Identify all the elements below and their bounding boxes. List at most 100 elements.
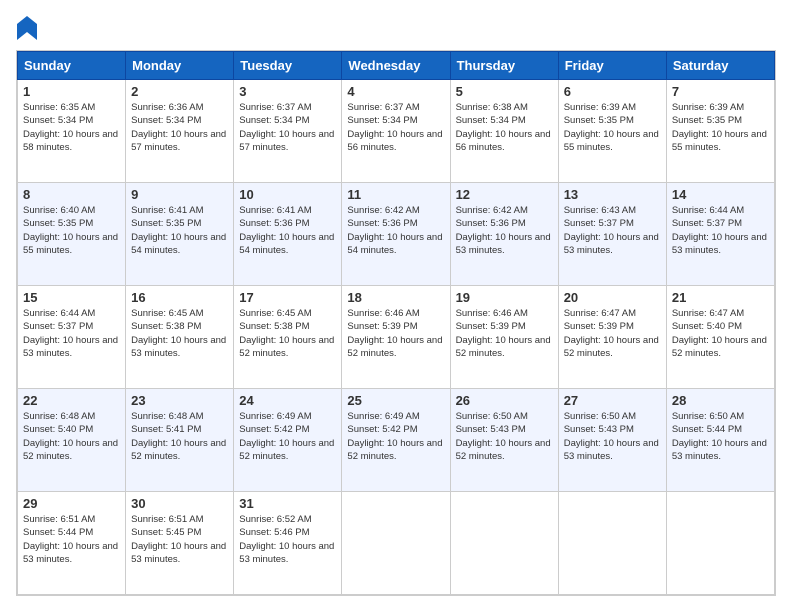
day-info: Sunrise: 6:51 AM Sunset: 5:45 PM Dayligh… bbox=[131, 513, 228, 566]
day-cell: 21 Sunrise: 6:47 AM Sunset: 5:40 PM Dayl… bbox=[666, 286, 774, 389]
day-cell: 25 Sunrise: 6:49 AM Sunset: 5:42 PM Dayl… bbox=[342, 389, 450, 492]
day-cell: 31 Sunrise: 6:52 AM Sunset: 5:46 PM Dayl… bbox=[234, 492, 342, 595]
day-cell: 7 Sunrise: 6:39 AM Sunset: 5:35 PM Dayli… bbox=[666, 80, 774, 183]
header-row: SundayMondayTuesdayWednesdayThursdayFrid… bbox=[18, 52, 775, 80]
day-number: 30 bbox=[131, 496, 228, 511]
day-number: 5 bbox=[456, 84, 553, 99]
day-number: 22 bbox=[23, 393, 120, 408]
calendar-table: SundayMondayTuesdayWednesdayThursdayFrid… bbox=[17, 51, 775, 595]
day-number: 4 bbox=[347, 84, 444, 99]
day-info: Sunrise: 6:46 AM Sunset: 5:39 PM Dayligh… bbox=[347, 307, 444, 360]
day-number: 25 bbox=[347, 393, 444, 408]
day-number: 16 bbox=[131, 290, 228, 305]
day-info: Sunrise: 6:47 AM Sunset: 5:40 PM Dayligh… bbox=[672, 307, 769, 360]
week-row: 1 Sunrise: 6:35 AM Sunset: 5:34 PM Dayli… bbox=[18, 80, 775, 183]
day-number: 17 bbox=[239, 290, 336, 305]
day-number: 7 bbox=[672, 84, 769, 99]
day-info: Sunrise: 6:41 AM Sunset: 5:36 PM Dayligh… bbox=[239, 204, 336, 257]
day-number: 15 bbox=[23, 290, 120, 305]
day-cell: 20 Sunrise: 6:47 AM Sunset: 5:39 PM Dayl… bbox=[558, 286, 666, 389]
day-cell: 19 Sunrise: 6:46 AM Sunset: 5:39 PM Dayl… bbox=[450, 286, 558, 389]
day-info: Sunrise: 6:37 AM Sunset: 5:34 PM Dayligh… bbox=[347, 101, 444, 154]
day-cell: 9 Sunrise: 6:41 AM Sunset: 5:35 PM Dayli… bbox=[126, 183, 234, 286]
day-info: Sunrise: 6:48 AM Sunset: 5:41 PM Dayligh… bbox=[131, 410, 228, 463]
day-cell: 4 Sunrise: 6:37 AM Sunset: 5:34 PM Dayli… bbox=[342, 80, 450, 183]
weekday-header: Tuesday bbox=[234, 52, 342, 80]
day-cell: 15 Sunrise: 6:44 AM Sunset: 5:37 PM Dayl… bbox=[18, 286, 126, 389]
day-info: Sunrise: 6:50 AM Sunset: 5:43 PM Dayligh… bbox=[456, 410, 553, 463]
day-number: 19 bbox=[456, 290, 553, 305]
week-row: 15 Sunrise: 6:44 AM Sunset: 5:37 PM Dayl… bbox=[18, 286, 775, 389]
day-number: 21 bbox=[672, 290, 769, 305]
day-number: 20 bbox=[564, 290, 661, 305]
day-info: Sunrise: 6:51 AM Sunset: 5:44 PM Dayligh… bbox=[23, 513, 120, 566]
day-number: 13 bbox=[564, 187, 661, 202]
day-info: Sunrise: 6:43 AM Sunset: 5:37 PM Dayligh… bbox=[564, 204, 661, 257]
day-number: 10 bbox=[239, 187, 336, 202]
day-info: Sunrise: 6:46 AM Sunset: 5:39 PM Dayligh… bbox=[456, 307, 553, 360]
weekday-header: Saturday bbox=[666, 52, 774, 80]
header bbox=[16, 16, 776, 40]
day-info: Sunrise: 6:52 AM Sunset: 5:46 PM Dayligh… bbox=[239, 513, 336, 566]
logo-icon bbox=[17, 16, 37, 40]
day-cell bbox=[342, 492, 450, 595]
logo-text bbox=[16, 16, 38, 40]
day-info: Sunrise: 6:36 AM Sunset: 5:34 PM Dayligh… bbox=[131, 101, 228, 154]
day-cell: 17 Sunrise: 6:45 AM Sunset: 5:38 PM Dayl… bbox=[234, 286, 342, 389]
day-cell: 26 Sunrise: 6:50 AM Sunset: 5:43 PM Dayl… bbox=[450, 389, 558, 492]
day-cell: 29 Sunrise: 6:51 AM Sunset: 5:44 PM Dayl… bbox=[18, 492, 126, 595]
day-number: 14 bbox=[672, 187, 769, 202]
day-info: Sunrise: 6:50 AM Sunset: 5:44 PM Dayligh… bbox=[672, 410, 769, 463]
day-cell: 10 Sunrise: 6:41 AM Sunset: 5:36 PM Dayl… bbox=[234, 183, 342, 286]
day-cell: 2 Sunrise: 6:36 AM Sunset: 5:34 PM Dayli… bbox=[126, 80, 234, 183]
day-info: Sunrise: 6:38 AM Sunset: 5:34 PM Dayligh… bbox=[456, 101, 553, 154]
day-info: Sunrise: 6:41 AM Sunset: 5:35 PM Dayligh… bbox=[131, 204, 228, 257]
day-info: Sunrise: 6:48 AM Sunset: 5:40 PM Dayligh… bbox=[23, 410, 120, 463]
day-number: 2 bbox=[131, 84, 228, 99]
day-number: 29 bbox=[23, 496, 120, 511]
logo bbox=[16, 16, 38, 40]
day-cell: 12 Sunrise: 6:42 AM Sunset: 5:36 PM Dayl… bbox=[450, 183, 558, 286]
day-number: 6 bbox=[564, 84, 661, 99]
day-info: Sunrise: 6:42 AM Sunset: 5:36 PM Dayligh… bbox=[456, 204, 553, 257]
week-row: 29 Sunrise: 6:51 AM Sunset: 5:44 PM Dayl… bbox=[18, 492, 775, 595]
week-row: 8 Sunrise: 6:40 AM Sunset: 5:35 PM Dayli… bbox=[18, 183, 775, 286]
day-cell: 22 Sunrise: 6:48 AM Sunset: 5:40 PM Dayl… bbox=[18, 389, 126, 492]
day-number: 24 bbox=[239, 393, 336, 408]
weekday-header: Thursday bbox=[450, 52, 558, 80]
day-info: Sunrise: 6:39 AM Sunset: 5:35 PM Dayligh… bbox=[564, 101, 661, 154]
week-row: 22 Sunrise: 6:48 AM Sunset: 5:40 PM Dayl… bbox=[18, 389, 775, 492]
day-cell: 18 Sunrise: 6:46 AM Sunset: 5:39 PM Dayl… bbox=[342, 286, 450, 389]
day-number: 23 bbox=[131, 393, 228, 408]
day-cell: 27 Sunrise: 6:50 AM Sunset: 5:43 PM Dayl… bbox=[558, 389, 666, 492]
day-number: 8 bbox=[23, 187, 120, 202]
day-cell: 28 Sunrise: 6:50 AM Sunset: 5:44 PM Dayl… bbox=[666, 389, 774, 492]
weekday-header: Monday bbox=[126, 52, 234, 80]
day-info: Sunrise: 6:44 AM Sunset: 5:37 PM Dayligh… bbox=[672, 204, 769, 257]
calendar: SundayMondayTuesdayWednesdayThursdayFrid… bbox=[16, 50, 776, 596]
weekday-header: Friday bbox=[558, 52, 666, 80]
page: SundayMondayTuesdayWednesdayThursdayFrid… bbox=[0, 0, 792, 612]
day-info: Sunrise: 6:45 AM Sunset: 5:38 PM Dayligh… bbox=[131, 307, 228, 360]
day-number: 26 bbox=[456, 393, 553, 408]
day-info: Sunrise: 6:44 AM Sunset: 5:37 PM Dayligh… bbox=[23, 307, 120, 360]
day-number: 3 bbox=[239, 84, 336, 99]
day-cell bbox=[666, 492, 774, 595]
day-info: Sunrise: 6:40 AM Sunset: 5:35 PM Dayligh… bbox=[23, 204, 120, 257]
day-number: 28 bbox=[672, 393, 769, 408]
day-info: Sunrise: 6:49 AM Sunset: 5:42 PM Dayligh… bbox=[239, 410, 336, 463]
day-number: 18 bbox=[347, 290, 444, 305]
weekday-header: Sunday bbox=[18, 52, 126, 80]
day-cell: 23 Sunrise: 6:48 AM Sunset: 5:41 PM Dayl… bbox=[126, 389, 234, 492]
day-cell bbox=[558, 492, 666, 595]
day-cell: 11 Sunrise: 6:42 AM Sunset: 5:36 PM Dayl… bbox=[342, 183, 450, 286]
day-info: Sunrise: 6:35 AM Sunset: 5:34 PM Dayligh… bbox=[23, 101, 120, 154]
day-cell: 30 Sunrise: 6:51 AM Sunset: 5:45 PM Dayl… bbox=[126, 492, 234, 595]
day-cell bbox=[450, 492, 558, 595]
day-info: Sunrise: 6:49 AM Sunset: 5:42 PM Dayligh… bbox=[347, 410, 444, 463]
weekday-header: Wednesday bbox=[342, 52, 450, 80]
day-number: 11 bbox=[347, 187, 444, 202]
day-number: 1 bbox=[23, 84, 120, 99]
day-number: 31 bbox=[239, 496, 336, 511]
day-cell: 14 Sunrise: 6:44 AM Sunset: 5:37 PM Dayl… bbox=[666, 183, 774, 286]
